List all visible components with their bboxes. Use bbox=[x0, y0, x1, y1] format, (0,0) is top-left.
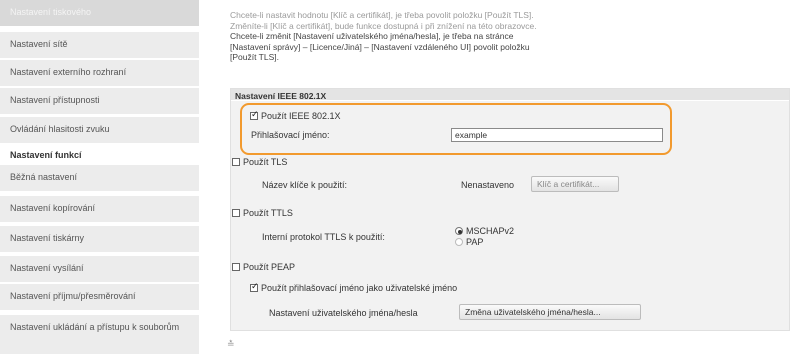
pap-radio[interactable] bbox=[455, 238, 463, 246]
sidebar-item-common[interactable]: Běžná nastavení bbox=[0, 165, 199, 192]
sidebar-item-printer[interactable]: Nastavení tiskárny bbox=[0, 226, 199, 253]
sidebar: Nastavení tiskového Nastavení sítě Nasta… bbox=[0, 0, 199, 363]
highlight-outline bbox=[240, 103, 672, 155]
sidebar-item-label: Nastavení vysílání bbox=[10, 263, 84, 273]
mschapv2-label: MSCHAPv2 bbox=[466, 226, 515, 236]
intro-line: [Nastavení správy] – [Licence/Jiná] – [N… bbox=[230, 41, 530, 52]
sidebar-item-network[interactable]: Nastavení sítě bbox=[0, 32, 199, 59]
ttls-protocol-label: Interní protokol TTLS k použití: bbox=[262, 232, 385, 242]
sidebar-item-label: Běžná nastavení bbox=[10, 172, 78, 182]
sidebar-item-label: Nastavení kopírování bbox=[10, 203, 96, 213]
pap-label: PAP bbox=[466, 237, 484, 247]
ttls-option-mschapv2[interactable]: MSCHAPv2 bbox=[455, 226, 514, 236]
key-certificate-button[interactable]: Klíč a certifikát... bbox=[531, 176, 619, 192]
sidebar-item-volume[interactable]: Ovládání hlasitosti zvuku bbox=[0, 117, 199, 144]
scroll-top-icon[interactable]: ≛ bbox=[227, 339, 235, 350]
sidebar-item-label: Nastavení příjmu/přesměrování bbox=[10, 291, 136, 301]
sidebar-item-label: Nastavení sítě bbox=[10, 39, 68, 49]
sidebar-section-header: Nastavení funkcí bbox=[10, 150, 82, 160]
use-login-as-user-label: Použít přihlašovací jméno jako uživatels… bbox=[261, 283, 458, 293]
intro-text: Chcete-li nastavit hodnotu [Klíč a certi… bbox=[230, 10, 670, 63]
sidebar-item-copy[interactable]: Nastavení kopírování bbox=[0, 196, 199, 223]
sidebar-item-label: Nastavení externího rozhraní bbox=[10, 67, 127, 77]
sidebar-item-label: Ovládání hlasitosti zvuku bbox=[10, 124, 110, 134]
use-tls-checkbox[interactable] bbox=[232, 158, 240, 166]
user-settings-label: Nastavení uživatelského jména/hesla bbox=[269, 308, 418, 318]
change-user-password-button[interactable]: Změna uživatelského jména/hesla... bbox=[459, 304, 641, 320]
ttls-option-pap[interactable]: PAP bbox=[455, 237, 483, 247]
sidebar-item-print-settings[interactable]: Nastavení tiskového bbox=[0, 0, 199, 27]
mschapv2-radio[interactable] bbox=[455, 227, 463, 235]
sidebar-item-label: Nastavení tiskárny bbox=[10, 233, 85, 243]
use-tls-label: Použít TLS bbox=[243, 157, 288, 167]
use-peap-label: Použít PEAP bbox=[243, 262, 296, 272]
panel-title: Nastavení IEEE 802.1X bbox=[231, 89, 789, 101]
key-status: Nenastaveno bbox=[461, 180, 515, 190]
use-tls-row: Použít TLS bbox=[232, 157, 287, 167]
intro-line: [Použít TLS]. bbox=[230, 52, 279, 62]
use-ttls-checkbox[interactable] bbox=[232, 209, 240, 217]
intro-line: Chcete-li nastavit hodnotu [Klíč a certi… bbox=[230, 10, 534, 20]
use-login-as-user-row: Použít přihlašovací jméno jako uživatels… bbox=[250, 282, 458, 293]
key-name-label: Název klíče k použití: bbox=[262, 180, 348, 190]
sidebar-item-external-interface[interactable]: Nastavení externího rozhraní bbox=[0, 60, 199, 87]
sidebar-item-accessibility[interactable]: Nastavení přístupnosti bbox=[0, 88, 199, 115]
use-peap-row: Použít PEAP bbox=[232, 262, 295, 272]
intro-line: Chcete-li změnit [Nastavení uživatelskéh… bbox=[230, 31, 514, 41]
sidebar-item-store-access[interactable]: Nastavení ukládání a přístupu k souborům bbox=[0, 315, 199, 355]
sidebar-item-receive-forward[interactable]: Nastavení příjmu/přesměrování bbox=[0, 284, 199, 311]
sidebar-item-label: Nastavení přístupnosti bbox=[10, 95, 100, 105]
intro-line: Změníte-li [Klíč a certifikát], bude fun… bbox=[230, 20, 537, 31]
use-login-as-user-checkbox[interactable] bbox=[250, 282, 259, 292]
use-ttls-row: Použít TTLS bbox=[232, 208, 293, 218]
sidebar-item-send[interactable]: Nastavení vysílání bbox=[0, 256, 199, 283]
use-ttls-label: Použít TTLS bbox=[243, 208, 293, 218]
use-peap-checkbox[interactable] bbox=[232, 263, 240, 271]
sidebar-item-label: Nastavení tiskového bbox=[10, 7, 92, 17]
sidebar-item-label: Nastavení ukládání a přístupu k souborům bbox=[10, 322, 180, 332]
